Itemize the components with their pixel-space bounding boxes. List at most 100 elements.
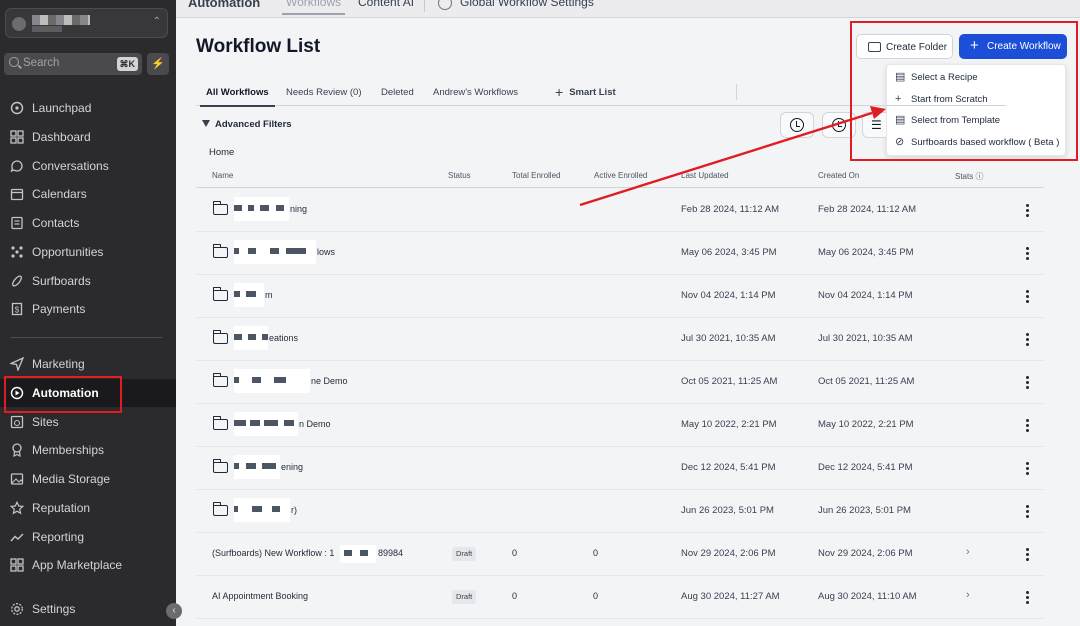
top-tabs: Automation Workflows Content AI Global W… [176,0,1080,18]
sidebar-item-sites[interactable]: Sites [0,408,176,436]
last-updated: Oct 05 2021, 11:25 AM [681,376,778,387]
more-options-icon[interactable] [1024,332,1032,348]
more-options-icon[interactable] [1024,590,1032,606]
sidebar-item-label: Opportunities [32,245,104,259]
history-button[interactable] [780,112,814,138]
advanced-filters-label: Advanced Filters [215,119,292,130]
table-row[interactable]: ening Dec 12 2024, 5:41 PM Dec 12 2024, … [196,447,1044,490]
column-header-status[interactable]: Status [448,171,471,180]
sidebar-item-calendars[interactable]: Calendars [0,180,176,208]
tab-needs-review[interactable]: Needs Review (0) [286,87,362,98]
last-updated: Jul 30 2021, 10:35 AM [681,333,776,344]
more-options-icon[interactable] [1024,375,1032,391]
sidebar-item-conversations[interactable]: Conversations [0,152,176,180]
chevron-right-icon[interactable]: › [966,546,970,558]
quick-action-bolt-icon[interactable]: ⚡ [147,53,169,75]
workflow-list-tabs: All Workflows Needs Review (0) Deleted A… [196,80,1006,107]
more-options-icon[interactable] [1024,246,1032,262]
column-header-active-enrolled[interactable]: Active Enrolled [594,171,647,180]
account-subtitle-redacted [32,26,62,32]
sidebar-item-settings[interactable]: Settings [0,595,176,623]
sidebar-item-dashboard[interactable]: Dashboard [0,123,176,151]
sidebar-item-label: Marketing [32,357,85,371]
table-row[interactable]: AI Appointment Booking Draft 0 0 Aug 30 … [196,576,1044,619]
more-options-icon[interactable] [1024,289,1032,305]
table-row[interactable]: (Surfboards) New Workflow : 1 89984 Draf… [196,533,1044,576]
advanced-filters-button[interactable]: Advanced Filters [202,119,292,130]
tab-global-workflow-settings[interactable]: Global Workflow Settings [460,0,594,9]
sidebar-item-surfboards[interactable]: Surfboards [0,267,176,295]
collapse-sidebar-button[interactable]: ‹ [166,603,182,619]
created-on: Jul 30 2021, 10:35 AM [818,333,913,344]
tab-workflows[interactable]: Workflows [281,0,346,15]
plus-icon: + [970,37,979,54]
chevron-right-icon[interactable]: › [966,589,970,601]
stats-toggle-button[interactable] [822,112,856,138]
column-header-name[interactable]: Name [212,171,233,180]
table-row[interactable]: ning Feb 28 2024, 11:12 AM Feb 28 2024, … [196,189,1044,232]
breadcrumb[interactable]: Home [209,147,234,158]
sidebar-item-contacts[interactable]: Contacts [0,209,176,237]
account-switcher[interactable]: ⌃ [5,8,168,38]
workflow-name: m [265,290,273,300]
last-updated: Nov 04 2024, 1:14 PM [681,290,776,301]
gear-icon [11,603,23,615]
menu-item-select-from-template[interactable]: ▤ Select from Template [887,111,1067,131]
create-workflow-button[interactable]: + Create Workflow [959,34,1067,59]
sidebar-item-label: Dashboard [32,130,91,144]
sites-globe-icon [10,415,24,429]
table-row[interactable]: lows May 06 2024, 3:45 PM May 06 2024, 3… [196,232,1044,275]
column-header-created-on[interactable]: Created On [818,171,859,180]
menu-item-label: Select from Template [911,115,1001,126]
create-workflow-label: Create Workflow [987,41,1061,52]
more-options-icon[interactable] [1024,418,1032,434]
sidebar-search[interactable]: Search ⌘K [4,53,142,75]
redacted-name [234,326,268,350]
menu-item-label: Surfboards based workflow ( Beta ) [911,137,1060,148]
sidebar-item-label: Surfboards [32,274,91,288]
sidebar-item-payments[interactable]: $ Payments [0,295,176,323]
tab-all-workflows[interactable]: All Workflows [200,87,275,107]
sidebar-item-opportunities[interactable]: Opportunities [0,238,176,266]
list-view-button[interactable]: ☰ [862,112,886,138]
more-options-icon[interactable] [1024,504,1032,520]
sidebar-item-media-storage[interactable]: Media Storage [0,465,176,493]
workflow-name: ening [281,462,304,472]
sidebar-item-app-marketplace[interactable]: App Marketplace [0,551,176,579]
tab-andrews-workflows[interactable]: Andrew's Workflows [433,87,518,98]
tab-smart-list[interactable]: + Smart List [555,84,616,100]
column-header-total-enrolled[interactable]: Total Enrolled [512,171,560,180]
folder-icon [212,459,228,473]
more-options-icon[interactable] [1024,547,1032,563]
sidebar-item-launchpad[interactable]: Launchpad [0,94,176,122]
sidebar-item-automation[interactable]: Automation [0,379,176,407]
account-avatar [12,17,26,31]
menu-item-surfboards-workflow[interactable]: ⊘ Surfboards based workflow ( Beta ) [887,133,1067,153]
sidebar-item-reputation[interactable]: Reputation [0,494,176,522]
sidebar-item-label: Reporting [32,530,85,544]
sidebar-item-marketing[interactable]: Marketing [0,350,176,378]
tab-content-ai[interactable]: Content AI [358,0,414,9]
create-folder-button[interactable]: Create Folder [856,34,953,59]
table-row[interactable]: ne Demo Oct 05 2021, 11:25 AM Oct 05 202… [196,361,1044,404]
table-row[interactable]: r) Jun 26 2023, 5:01 PM Jun 26 2023, 5:0… [196,490,1044,533]
calendar-icon [10,188,24,201]
more-options-icon[interactable] [1024,461,1032,477]
table-row[interactable]: eations Jul 30 2021, 10:35 AM Jul 30 202… [196,318,1044,361]
rocket-icon [10,101,24,115]
folder-icon [868,42,881,52]
sidebar-item-label: Payments [32,302,86,316]
column-header-stats[interactable]: Stats ⓘ [955,171,983,182]
svg-text:$: $ [15,306,20,315]
table-row[interactable]: n Demo May 10 2022, 2:21 PM May 10 2022,… [196,404,1044,447]
membership-badge-icon [12,443,22,457]
folder-icon [212,244,228,258]
sidebar-item-reporting[interactable]: Reporting [0,523,176,551]
sidebar-item-memberships[interactable]: Memberships [0,436,176,464]
tab-deleted[interactable]: Deleted [381,87,414,98]
table-row[interactable]: m Nov 04 2024, 1:14 PM Nov 04 2024, 1:14… [196,275,1044,318]
create-folder-label: Create Folder [886,42,948,53]
sidebar-item-label: Reputation [32,501,91,515]
column-header-last-updated[interactable]: Last Updated [681,171,729,180]
more-options-icon[interactable] [1024,203,1032,219]
